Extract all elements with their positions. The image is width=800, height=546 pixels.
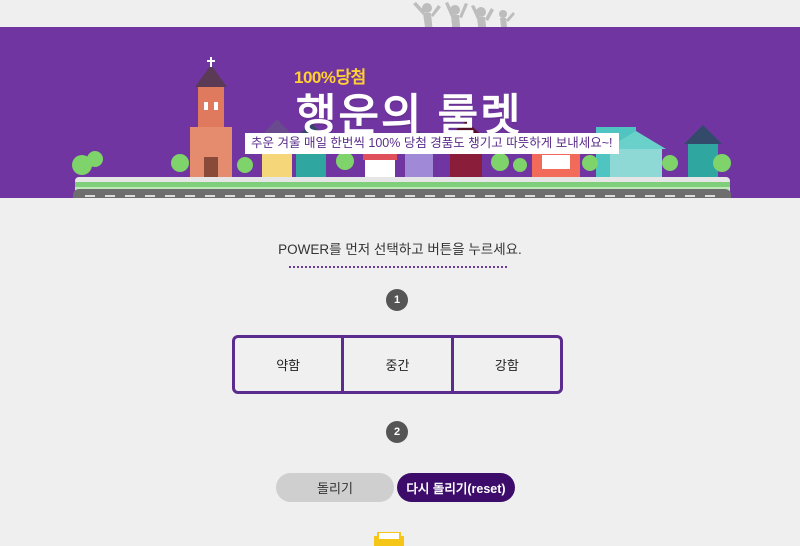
step-2-badge: 2 — [386, 421, 408, 443]
spin-button[interactable]: 돌리기 — [276, 473, 394, 502]
dotted-divider — [289, 266, 507, 268]
event-banner: 100%당첨 행운의 룰렛 추운 겨울 매일 한번씩 100% 당첨 경품도 챙… — [0, 27, 800, 198]
power-selector: 약함 중간 강함 — [232, 335, 563, 394]
power-medium-button[interactable]: 중간 — [341, 338, 450, 391]
power-weak-button[interactable]: 약함 — [235, 338, 341, 391]
power-strong-button[interactable]: 강함 — [450, 338, 560, 391]
banner-subtitle: 추운 겨울 매일 한번씩 100% 당첨 경품도 챙기고 따뜻하게 보내세요~! — [245, 133, 619, 154]
step-1-badge: 1 — [386, 289, 408, 311]
reset-button[interactable]: 다시 돌리기(reset) — [397, 473, 515, 502]
roulette-page: 100%당첨 행운의 룰렛 추운 겨울 매일 한번씩 100% 당첨 경품도 챙… — [0, 0, 800, 546]
roulette-pointer-icon — [374, 532, 404, 546]
instruction-text: POWER를 먼저 선택하고 버튼을 누르세요. — [278, 242, 522, 257]
